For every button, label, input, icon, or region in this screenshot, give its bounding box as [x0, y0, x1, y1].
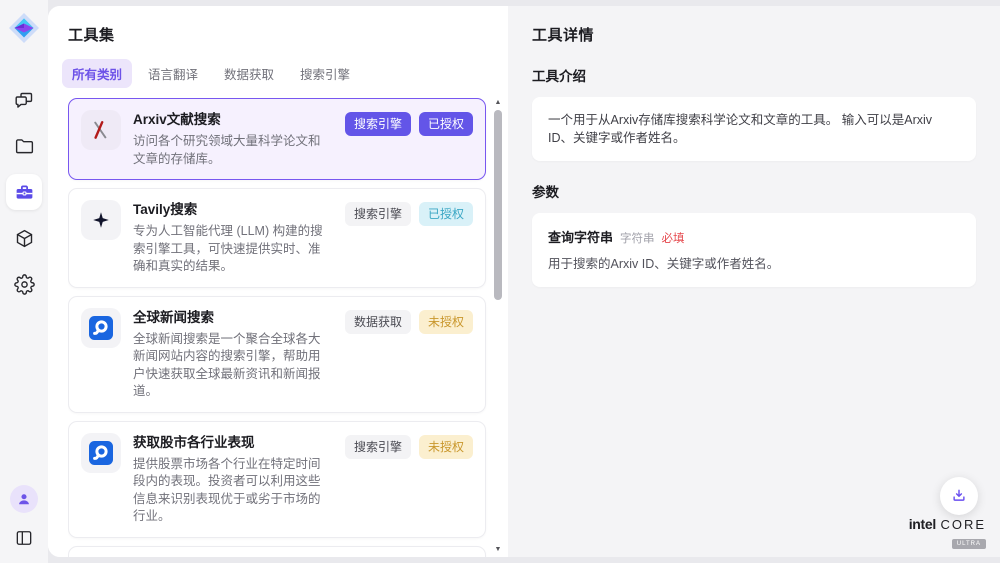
tavily-star-icon: [81, 200, 121, 240]
cube-icon[interactable]: [6, 220, 42, 256]
tool-description: 访问各个研究领域大量科学论文和文章的存储库。: [133, 133, 333, 168]
download-button[interactable]: [940, 477, 978, 515]
tool-title: 全球新闻搜索: [133, 309, 333, 327]
folder-icon[interactable]: [6, 128, 42, 164]
tab-all-categories[interactable]: 所有类别: [62, 59, 132, 88]
panel-toggle-icon[interactable]: [9, 523, 39, 553]
tool-title: 获取股市各行业表现: [133, 434, 333, 452]
tool-list: Arxiv文献搜索 访问各个研究领域大量科学论文和文章的存储库。 搜索引擎 已授…: [68, 98, 486, 557]
intel-core-logo: intel core ultra: [909, 517, 986, 549]
tool-card-stock-sectors[interactable]: 获取股市各行业表现 提供股票市场各个行业在特定时间段内的表现。投资者可以利用这些…: [68, 421, 486, 538]
param-type: 字符串: [620, 230, 655, 246]
category-tag: 搜索引擎: [345, 435, 411, 459]
param-card: 查询字符串 字符串 必填 用于搜索的Arxiv ID、关键字或作者姓名。: [532, 213, 976, 287]
page-title: 工具集: [68, 24, 508, 45]
intro-text: 一个用于从Arxiv存储库搜索科学论文和文章的工具。 输入可以是Arxiv ID…: [548, 111, 960, 147]
tool-description: 提供股票市场各个行业在特定时间段内的表现。投资者可以利用这些信息来识别表现优于或…: [133, 456, 333, 526]
tool-title: Tavily搜索: [133, 201, 333, 219]
tool-list-container: Arxiv文献搜索 访问各个研究领域大量科学论文和文章的存储库。 搜索引擎 已授…: [68, 98, 508, 557]
tool-detail-panel: 工具详情 工具介绍 一个用于从Arxiv存储库搜索科学论文和文章的工具。 输入可…: [508, 6, 1000, 557]
intro-card: 一个用于从Arxiv存储库搜索科学论文和文章的工具。 输入可以是Arxiv ID…: [532, 97, 976, 161]
chat-icon[interactable]: [6, 82, 42, 118]
auth-badge: 未授权: [419, 435, 473, 459]
params-heading: 参数: [532, 181, 976, 201]
auth-badge: 已授权: [419, 202, 473, 226]
scrollbar[interactable]: ▲ ▼: [492, 98, 504, 555]
icon-sidebar: [0, 0, 48, 563]
settings-gear-icon[interactable]: [6, 266, 42, 302]
tool-card-arxiv[interactable]: Arxiv文献搜索 访问各个研究领域大量科学论文和文章的存储库。 搜索引擎 已授…: [68, 98, 486, 180]
category-tag: 搜索引擎: [345, 112, 411, 136]
tab-language-translation[interactable]: 语言翻译: [138, 59, 208, 88]
auth-badge: 未授权: [419, 310, 473, 334]
sidebar-nav: [6, 82, 42, 302]
tool-description: 专为人工智能代理 (LLM) 构建的搜索引擎工具，可快速提供实时、准确和真实的结…: [133, 223, 333, 276]
news-search-blue-icon: [81, 308, 121, 348]
detail-title: 工具详情: [532, 24, 976, 45]
tools-panel: 工具集 所有类别 语言翻译 数据获取 搜索引擎: [48, 6, 508, 557]
param-description: 用于搜索的Arxiv ID、关键字或作者姓名。: [548, 255, 960, 273]
app-root: 工具集 所有类别 语言翻译 数据获取 搜索引擎: [0, 0, 1000, 563]
tool-title: Arxiv文献搜索: [133, 111, 333, 129]
param-name: 查询字符串: [548, 227, 613, 246]
category-tag: 搜索引擎: [345, 202, 411, 226]
main-window: 工具集 所有类别 语言翻译 数据获取 搜索引擎: [48, 6, 1000, 557]
scrollbar-up-arrow[interactable]: ▲: [492, 98, 504, 108]
tool-card-tavily[interactable]: Tavily搜索 专为人工智能代理 (LLM) 构建的搜索引擎工具，可快速提供实…: [68, 188, 486, 288]
scrollbar-down-arrow[interactable]: ▼: [492, 545, 504, 555]
category-tabs: 所有类别 语言翻译 数据获取 搜索引擎: [62, 59, 508, 88]
tab-search-engine[interactable]: 搜索引擎: [290, 59, 360, 88]
toolbox-icon[interactable]: [6, 174, 42, 210]
news-search-blue-icon: [81, 433, 121, 473]
tool-card-global-news[interactable]: 全球新闻搜索 全球新闻搜索是一个聚合全球各大新闻网站内容的搜索引擎，帮助用户快速…: [68, 296, 486, 413]
tool-card-active-stocks[interactable]: 获取市场最活跃股票信息 提供当天交易量最高的股票列表，投资者可以利用这些信息来识…: [68, 546, 486, 558]
ultra-badge: ultra: [952, 539, 986, 549]
sidebar-bottom: [9, 485, 39, 563]
auth-badge: 已授权: [419, 112, 473, 136]
category-tag: 数据获取: [345, 310, 411, 334]
param-required-badge: 必填: [662, 230, 685, 246]
arxiv-logo-icon: [81, 110, 121, 150]
tab-data-acquisition[interactable]: 数据获取: [214, 59, 284, 88]
tool-description: 全球新闻搜索是一个聚合全球各大新闻网站内容的搜索引擎，帮助用户快速获取全球最新资…: [133, 331, 333, 401]
download-icon: [950, 487, 968, 505]
scrollbar-thumb[interactable]: [494, 110, 502, 300]
user-avatar[interactable]: [10, 485, 38, 513]
app-logo-icon: [8, 12, 40, 44]
intro-heading: 工具介绍: [532, 65, 976, 85]
